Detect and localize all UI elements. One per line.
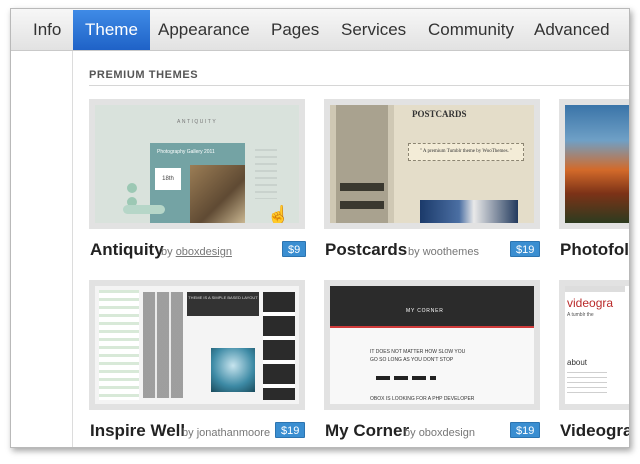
preview-date: 18th — [155, 168, 181, 190]
preview-photo — [190, 165, 245, 223]
by-label: by — [161, 246, 173, 258]
author-link[interactable]: woothemes — [423, 246, 479, 258]
theme-name[interactable]: Photofol — [560, 240, 629, 260]
preview-text: OBOX IS LOOKING FOR A PHP DEVELOPER — [370, 396, 475, 402]
theme-name[interactable]: Antiquity — [90, 240, 164, 260]
theme-thumbnail[interactable]: MY CORNER IT DOES NOT MATTER HOW SLOW YO… — [324, 280, 540, 410]
inspire-well-preview: THEME IS A SIMPLE BASED LAYOUT — [95, 286, 299, 404]
tab-bar: Info Theme Appearance Pages Services Com… — [11, 9, 629, 51]
postcards-preview: POSTCARDS " A premium Tumblr theme by Wo… — [330, 105, 534, 223]
preview-photo — [565, 105, 629, 223]
author-link[interactable]: oboxdesign — [176, 246, 232, 258]
preview-header — [330, 286, 534, 326]
theme-author-line: by oboxdesign — [161, 246, 232, 258]
tab-theme[interactable]: Theme — [73, 10, 150, 50]
theme-author-line: by jonathanmoore — [182, 427, 270, 439]
my-corner-preview: MY CORNER IT DOES NOT MATTER HOW SLOW YO… — [330, 286, 534, 404]
preview-header-title: MY CORNER — [406, 308, 444, 314]
theme-author-line: by oboxdesign — [404, 427, 475, 439]
theme-thumbnail[interactable]: POSTCARDS " A premium Tumblr theme by Wo… — [324, 99, 540, 229]
preview-photo — [420, 200, 518, 223]
by-label: by — [404, 427, 416, 439]
price-badge: $19 — [275, 422, 306, 438]
tab-services[interactable]: Services — [329, 10, 418, 50]
preview-brand: POSTCARDS — [412, 109, 467, 119]
preview-strip — [565, 286, 625, 292]
videografer-preview: videogra A tumblr the about — [565, 286, 629, 404]
preview-accent-line — [330, 326, 534, 328]
theme-author-line: by woothemes — [408, 246, 479, 258]
tab-pages[interactable]: Pages — [259, 10, 331, 50]
preview-lines — [567, 372, 607, 394]
theme-name[interactable]: Postcards — [325, 240, 407, 260]
antiquity-preview: ANTIQUITY Photography Gallery 2011 18th … — [95, 105, 299, 223]
preview-quote: " A premium Tumblr theme by WooThemes. " — [408, 143, 524, 161]
price-badge: $19 — [510, 241, 541, 257]
preview-sidebar — [255, 149, 277, 199]
preview-text: GO SO LONG AS YOU DON'T STOP — [370, 357, 454, 363]
by-label: by — [408, 246, 420, 258]
preview-about: about — [567, 358, 588, 367]
preview-panel-title: Photography Gallery 2011 — [157, 149, 215, 155]
theme-thumbnail[interactable]: THEME IS A SIMPLE BASED LAYOUT — [89, 280, 305, 410]
theme-settings-window: Info Theme Appearance Pages Services Com… — [10, 8, 630, 448]
theme-name[interactable]: My Corner — [325, 421, 409, 441]
price-badge: $9 — [282, 241, 307, 257]
preview-subtitle: A tumblr the — [567, 312, 594, 318]
preview-title: ANTIQUITY — [177, 119, 218, 125]
tab-info[interactable]: Info — [21, 10, 73, 50]
price-badge: $19 — [510, 422, 541, 438]
tab-advanced[interactable]: Advanced — [522, 10, 622, 50]
theme-thumbnail[interactable] — [559, 99, 629, 229]
theme-thumbnail[interactable]: ANTIQUITY Photography Gallery 2011 18th … — [89, 99, 305, 229]
sidebar — [11, 51, 73, 447]
preview-block — [340, 201, 384, 209]
author-link[interactable]: oboxdesign — [419, 427, 475, 439]
author-link[interactable]: jonathanmoore — [197, 427, 270, 439]
tab-community[interactable]: Community — [416, 10, 526, 50]
theme-name[interactable]: Videogra — [560, 421, 629, 441]
hand-cursor-icon: ☝ — [267, 205, 290, 223]
preview-text: IT DOES NOT MATTER HOW SLOW YOU — [370, 349, 466, 355]
section-divider — [89, 85, 629, 86]
preview-column — [263, 292, 295, 400]
preview-title: videogra — [567, 296, 614, 310]
theme-name[interactable]: Inspire Well — [90, 421, 185, 441]
preview-column — [99, 290, 139, 400]
preview-grid — [143, 292, 183, 398]
theme-thumbnail[interactable]: videogra A tumblr the about — [559, 280, 629, 410]
preview-dots — [376, 376, 436, 380]
preview-pill — [123, 205, 165, 214]
tab-appearance[interactable]: Appearance — [146, 10, 262, 50]
by-label: by — [182, 427, 194, 439]
preview-block — [340, 183, 384, 191]
section-title: PREMIUM THEMES — [89, 69, 199, 81]
preview-circle — [127, 183, 137, 193]
photofolio-preview — [565, 105, 629, 223]
preview-photo — [211, 348, 255, 392]
premium-themes-panel: PREMIUM THEMES ANTIQUITY Photography Gal… — [74, 51, 629, 447]
preview-hero: THEME IS A SIMPLE BASED LAYOUT — [187, 292, 259, 316]
